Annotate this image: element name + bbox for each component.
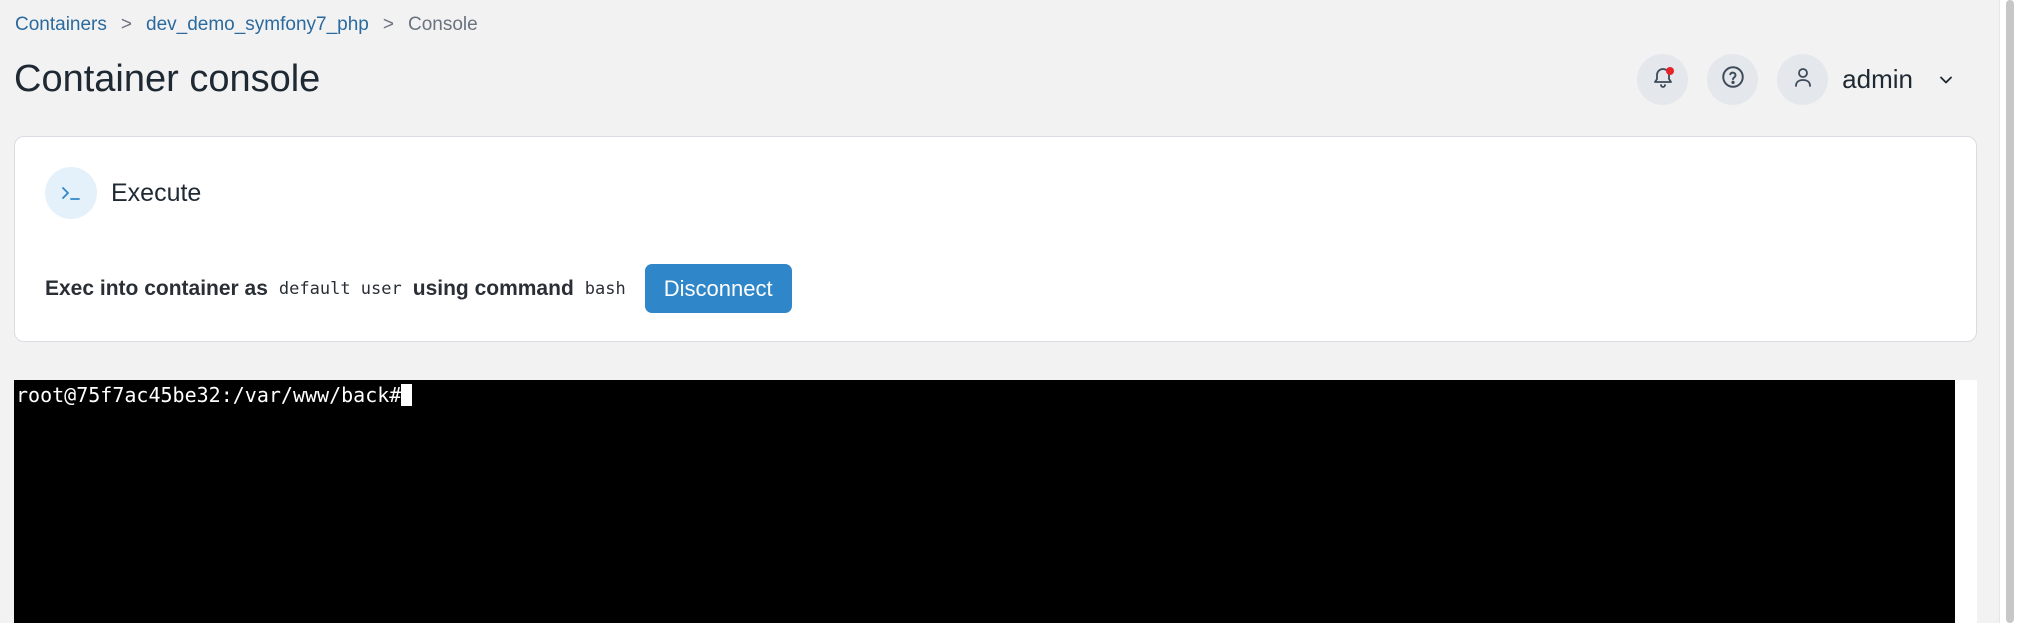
exec-user-value: default user xyxy=(278,278,402,299)
breadcrumb-separator: > xyxy=(120,14,132,35)
container-console-page: Containers > dev_demo_symfony7_php > Con… xyxy=(0,0,2021,623)
avatar[interactable] xyxy=(1777,54,1829,105)
user-name[interactable]: admin xyxy=(1842,64,1913,95)
terminal-prompt: root@75f7ac45be32:/var/www/back# xyxy=(16,383,402,407)
disconnect-button[interactable]: Disconnect xyxy=(644,264,792,313)
user-icon xyxy=(1791,65,1815,94)
terminal-gutter xyxy=(1955,380,1977,623)
execute-card-header: Execute xyxy=(45,167,201,219)
breadcrumb-separator: > xyxy=(382,14,394,35)
user-menu[interactable]: admin xyxy=(1777,54,1957,105)
notifications-button[interactable] xyxy=(1637,54,1689,105)
page-title: Container console xyxy=(14,58,321,100)
execute-card-title: Execute xyxy=(111,178,202,207)
exec-middle-text: using command xyxy=(412,276,574,300)
help-icon xyxy=(1720,64,1746,95)
breadcrumb-current: Console xyxy=(407,14,478,35)
exec-command-value: bash xyxy=(584,278,626,299)
execute-card: Execute Exec into container as default u… xyxy=(14,136,1977,342)
exec-row: Exec into container as default user usin… xyxy=(45,264,792,313)
chevron-down-icon[interactable] xyxy=(1935,69,1957,91)
breadcrumb: Containers > dev_demo_symfony7_php > Con… xyxy=(15,13,478,37)
scrollbar-thumb[interactable] xyxy=(2006,0,2014,623)
breadcrumb-link-container[interactable]: dev_demo_symfony7_php xyxy=(146,13,369,37)
help-button[interactable] xyxy=(1707,54,1759,105)
terminal-cursor xyxy=(401,384,413,406)
exec-prefix-text: Exec into container as xyxy=(45,276,268,300)
terminal-console[interactable]: root@75f7ac45be32:/var/www/back# xyxy=(14,380,1955,623)
page-scrollbar[interactable] xyxy=(1999,0,2021,623)
breadcrumb-link-containers[interactable]: Containers xyxy=(15,13,107,37)
terminal-prompt-icon xyxy=(45,167,97,219)
header-actions: admin xyxy=(1637,54,1957,105)
